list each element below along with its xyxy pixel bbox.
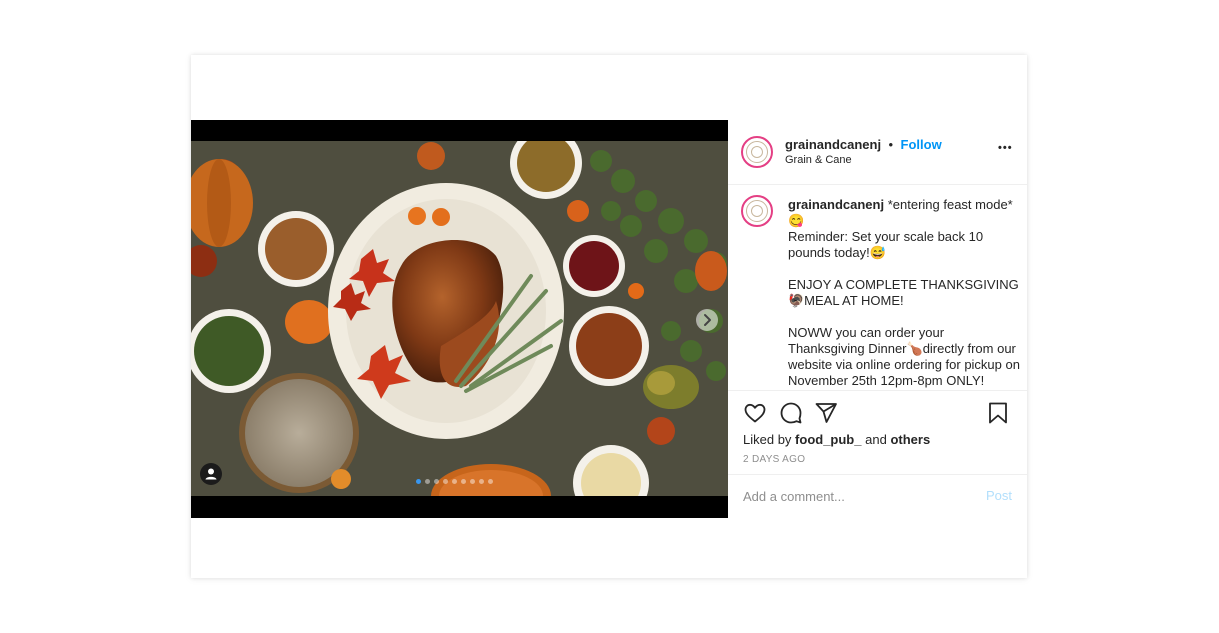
header-user-line: grainandcanenj • Follow xyxy=(785,136,942,154)
header-username[interactable]: grainandcanenj xyxy=(785,137,881,152)
likes-user-link[interactable]: food_pub_ xyxy=(795,432,861,447)
comment-bar: Post xyxy=(728,474,1027,519)
action-bar: Liked by food_pub_ and others 2 DAYS AGO xyxy=(728,390,1027,483)
comment-icon[interactable] xyxy=(779,401,803,425)
bookmark-icon[interactable] xyxy=(986,401,1010,425)
carousel-dot xyxy=(434,479,439,484)
carousel-dot xyxy=(479,479,484,484)
post-comment-button[interactable]: Post xyxy=(986,488,1012,503)
post-timestamp[interactable]: 2 DAYS AGO xyxy=(743,454,805,465)
heart-icon[interactable] xyxy=(743,401,767,425)
caption-avatar[interactable] xyxy=(741,195,773,227)
avatar-logo-core xyxy=(751,205,763,217)
instagram-post: grainandcanenj • Follow Grain & Cane •••… xyxy=(191,55,1027,578)
caption-body: *entering feast mode* 😋 Reminder: Set yo… xyxy=(788,197,1020,388)
carousel-dot xyxy=(425,479,430,484)
likes-connector: and xyxy=(865,432,887,447)
header-separator: • xyxy=(888,137,894,152)
likes-others-link[interactable]: others xyxy=(890,432,930,447)
carousel-dot xyxy=(443,479,448,484)
caption-area: grainandcanenj *entering feast mode* 😋 R… xyxy=(728,185,1027,391)
more-options-button[interactable]: ••• xyxy=(998,142,1013,154)
post-header: grainandcanenj • Follow Grain & Cane ••• xyxy=(728,120,1027,185)
avatar[interactable] xyxy=(741,136,773,168)
follow-button[interactable]: Follow xyxy=(901,137,942,152)
likes-summary: Liked by food_pub_ and others xyxy=(743,432,930,447)
post-photo xyxy=(191,141,728,496)
comment-input[interactable] xyxy=(743,486,968,506)
carousel-dot xyxy=(488,479,493,484)
user-tag-icon[interactable] xyxy=(200,463,222,485)
caption-text: grainandcanenj *entering feast mode* 😋 R… xyxy=(788,197,1022,389)
carousel-dot xyxy=(461,479,466,484)
carousel-dot xyxy=(470,479,475,484)
share-icon[interactable] xyxy=(814,401,838,425)
chevron-right-icon[interactable] xyxy=(696,309,718,331)
likes-prefix: Liked by xyxy=(743,432,792,447)
post-sidebar: grainandcanenj • Follow Grain & Cane •••… xyxy=(728,120,1027,518)
carousel-dot xyxy=(416,479,421,484)
carousel-indicator xyxy=(416,479,493,484)
avatar-logo-core xyxy=(751,146,763,158)
carousel-dot xyxy=(452,479,457,484)
caption-username[interactable]: grainandcanenj xyxy=(788,197,884,212)
location-label[interactable]: Grain & Cane xyxy=(785,154,852,166)
post-media[interactable] xyxy=(191,120,728,518)
